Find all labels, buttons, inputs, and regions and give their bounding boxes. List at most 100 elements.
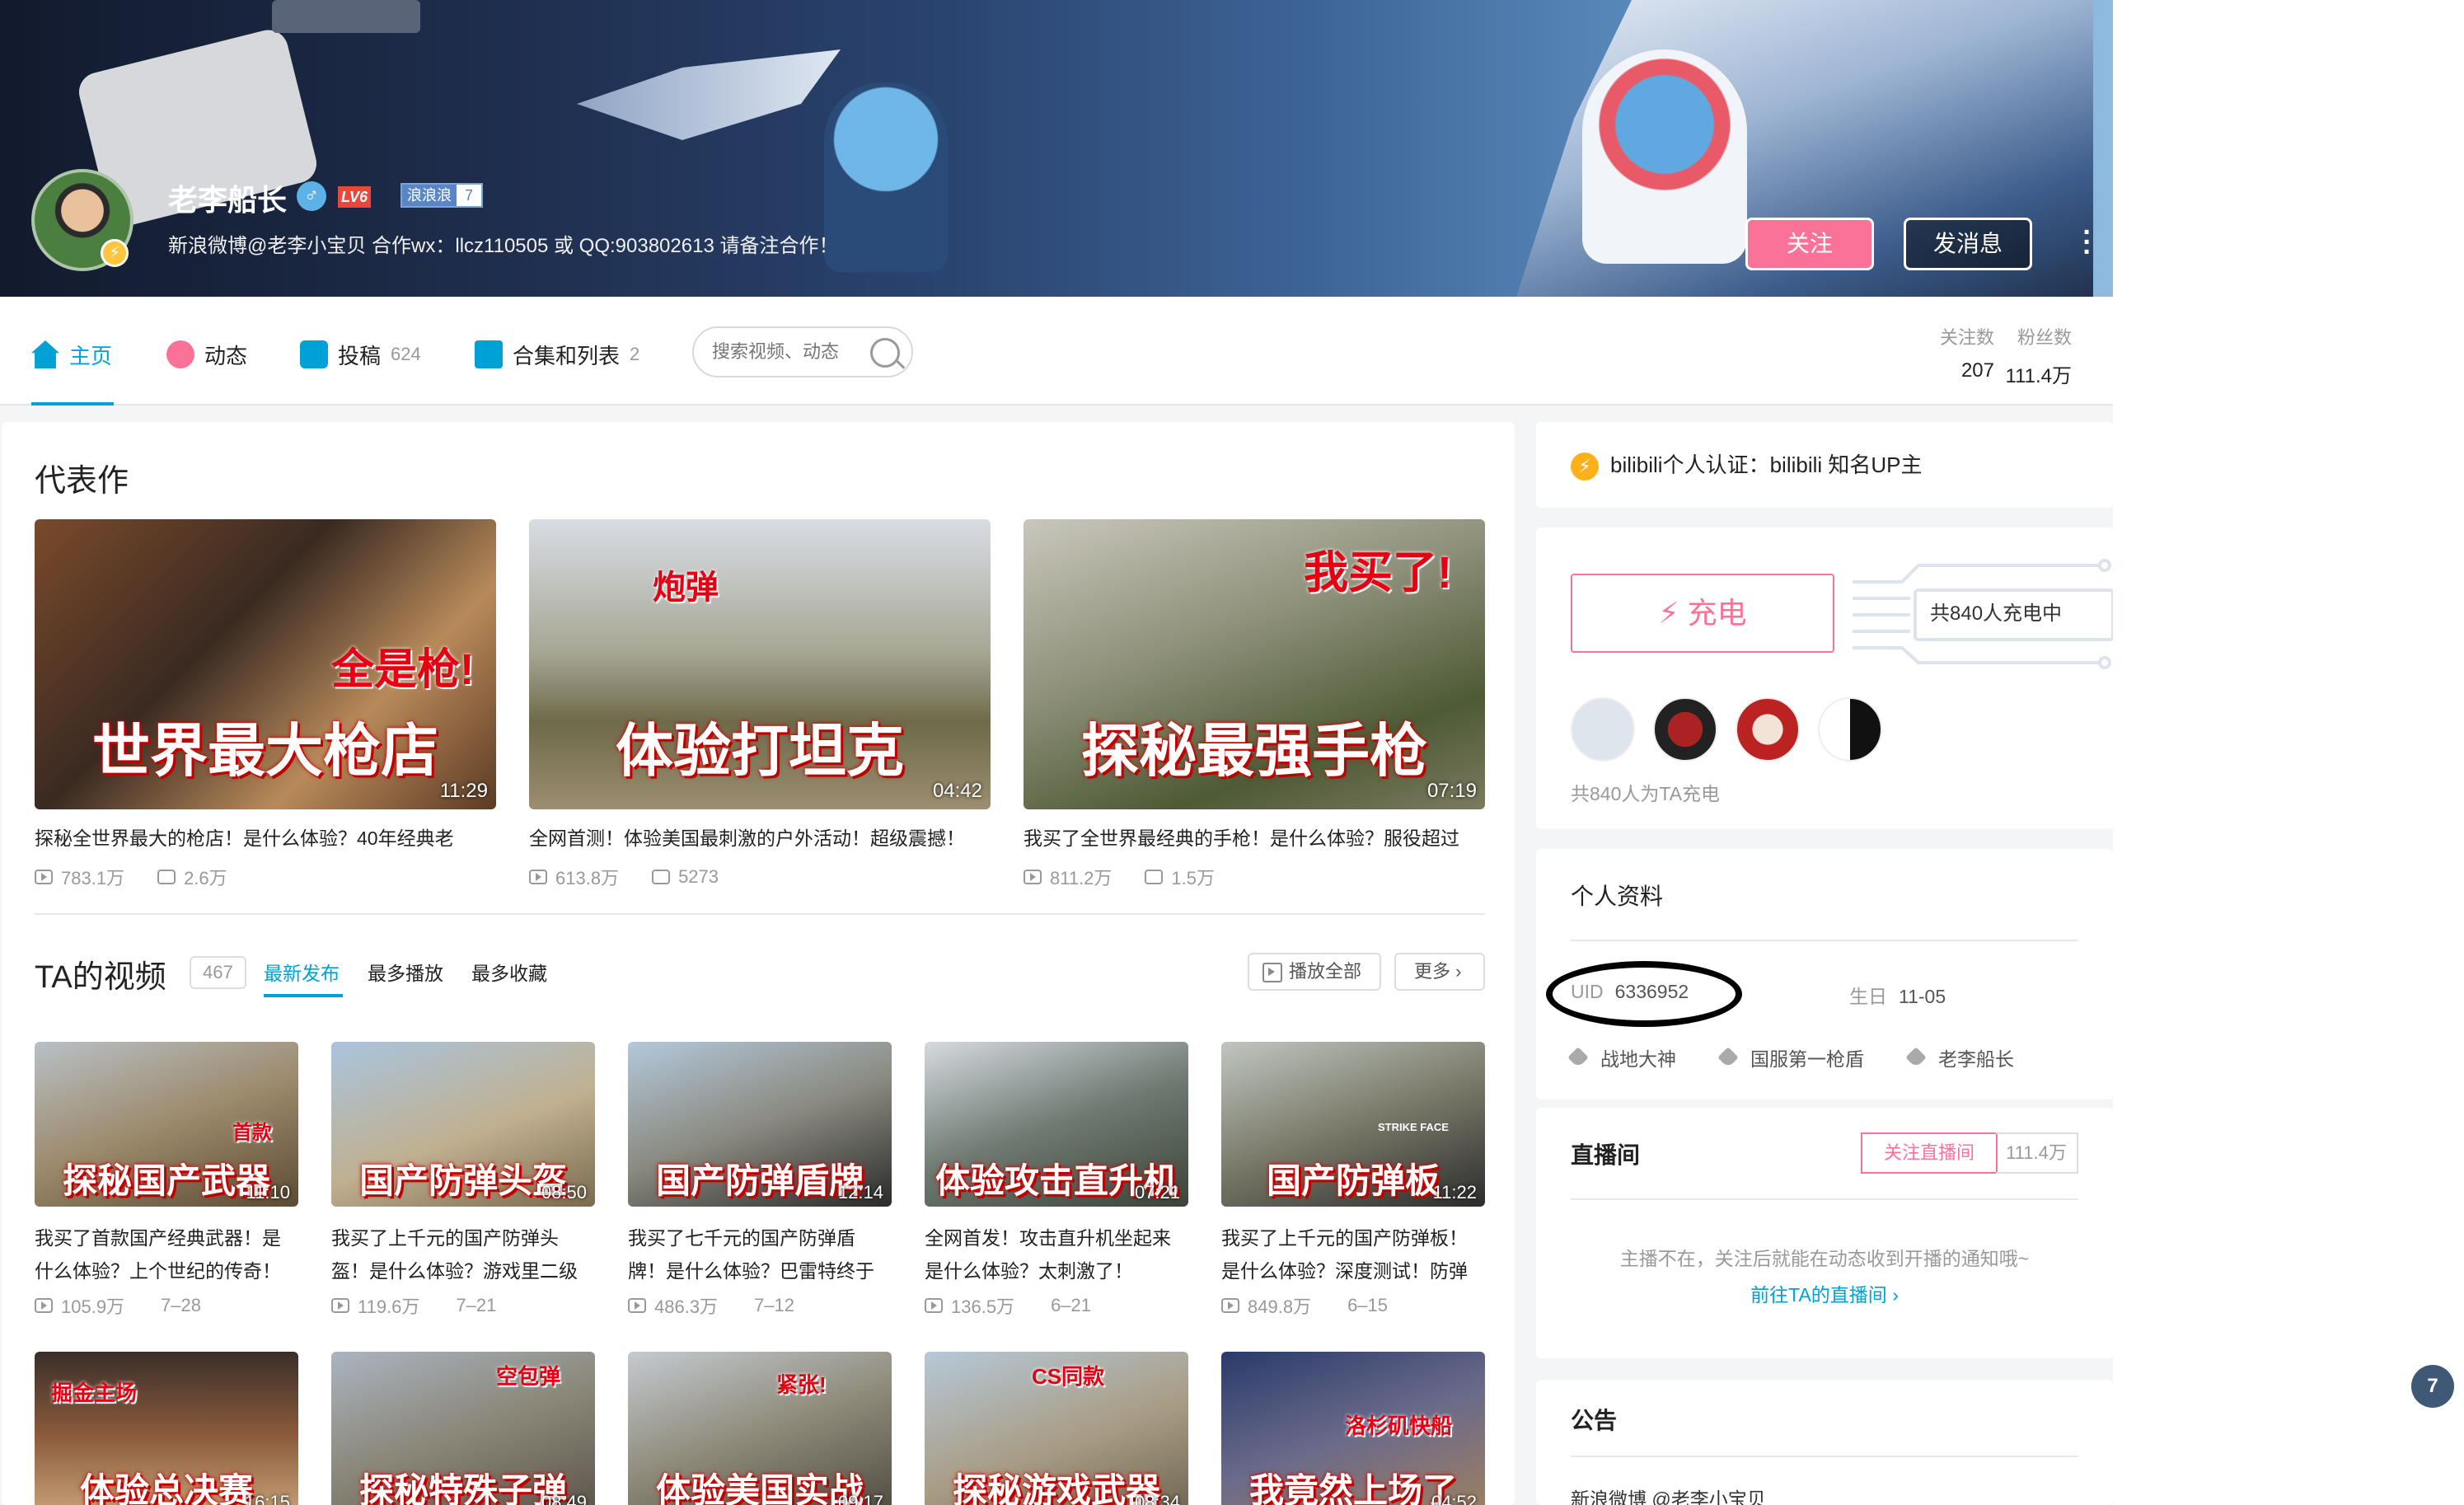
video-thumbnail[interactable]: 我买了! 探秘最强手枪 07:19 bbox=[1024, 519, 1485, 809]
thumbnail-caption: 紧张! bbox=[776, 1372, 827, 1397]
thumbnail-caption: 掘金主场 bbox=[51, 1381, 138, 1405]
play-count-icon bbox=[35, 1298, 53, 1313]
profile-tag[interactable]: 国服第一枪盾 bbox=[1717, 1043, 1864, 1071]
live-offline-note: 主播不在，关注后就能在动态收到开播的通知哦~ bbox=[1619, 1248, 2030, 1269]
supporter-avatar[interactable] bbox=[1818, 697, 1882, 762]
charge-card: ⚡ 充电 共840人充电中 共840人为TA充电 bbox=[1536, 527, 2113, 829]
tab-dynamics-label: 动态 bbox=[204, 343, 248, 368]
tab-collections-count: 2 bbox=[630, 344, 640, 364]
video-title[interactable]: 我买了首款国产经典武器！是什么体验？上个世纪的传奇！ bbox=[35, 1221, 298, 1287]
following-count: 207 bbox=[1960, 359, 1994, 382]
video-title[interactable]: 探秘全世界最大的枪店！是什么体验？40年经典老 bbox=[35, 823, 496, 851]
view-count: 105.9万 bbox=[35, 1292, 124, 1319]
video-title[interactable]: 全网首发！攻击直升机坐起来是什么体验？太刺激了！ bbox=[925, 1221, 1188, 1287]
floating-notification-badge[interactable]: 7 bbox=[2411, 1365, 2454, 1408]
verification-text: bilibili个人认证：bilibili 知名UP主 bbox=[1610, 452, 1923, 477]
search-input[interactable] bbox=[712, 341, 860, 363]
send-message-button[interactable]: 发消息 bbox=[1904, 218, 2032, 270]
video-title[interactable]: 我买了七千元的国产防弹盾牌！是什么体验？巴雷特终于 bbox=[628, 1221, 892, 1287]
thumbnail-caption: 我买了! bbox=[1304, 548, 1452, 598]
video-thumbnail[interactable]: 炮弹 体验打坦克 04:42 bbox=[529, 519, 991, 809]
fans-label: 粉丝数 bbox=[2017, 327, 2072, 348]
play-all-button[interactable]: 播放全部 bbox=[1248, 953, 1381, 991]
sort-latest[interactable]: 最新发布 bbox=[264, 958, 340, 986]
featured-video[interactable]: 全是枪! 世界最大枪店 11:29 探秘全世界最大的枪店！是什么体验？40年经典… bbox=[35, 519, 496, 890]
tab-dynamics[interactable]: 动态 bbox=[166, 338, 247, 371]
charge-button[interactable]: ⚡ 充电 bbox=[1571, 574, 1834, 653]
featured-title: 代表作 bbox=[35, 464, 129, 499]
video-thumbnail[interactable]: 首款 探秘国产武器 11:10 bbox=[35, 1042, 298, 1207]
video-card[interactable]: 国产防弹盾牌 12:14 我买了七千元的国产防弹盾牌！是什么体验？巴雷特终于 4… bbox=[628, 1042, 892, 1319]
verified-badge-icon: ⚡ bbox=[101, 239, 129, 267]
goto-live-room-link[interactable]: 前往TA的直播间 › bbox=[1536, 1279, 2113, 1307]
video-thumbnail[interactable]: 国产防弹头盔 08:50 bbox=[331, 1042, 595, 1207]
video-thumbnail[interactable]: STRIKE FACE 国产防弹板 11:22 bbox=[1221, 1042, 1485, 1207]
follow-button[interactable]: 关注 bbox=[1745, 218, 1874, 270]
tab-home[interactable]: 主页 bbox=[31, 338, 112, 371]
video-thumbnail[interactable]: CS同款 探秘游戏武器 08:34 bbox=[925, 1352, 1188, 1505]
sort-most-played[interactable]: 最多播放 bbox=[368, 958, 443, 986]
video-thumbnail[interactable]: 洛杉矶快船 我竟然上场了 04:52 bbox=[1221, 1352, 1485, 1505]
video-thumbnail[interactable]: 紧张! 体验美国实战 09:17 bbox=[628, 1352, 892, 1505]
tag-icon bbox=[1567, 1047, 1589, 1068]
username: 老李船长 bbox=[168, 183, 288, 217]
supporter-avatar[interactable] bbox=[1653, 697, 1717, 762]
profile-tag[interactable]: 老李船长 bbox=[1905, 1043, 2014, 1071]
follow-live-button[interactable]: 关注直播间 bbox=[1861, 1132, 1998, 1174]
video-title[interactable]: 我买了上千元的国产防弹板！是什么体验？深度测试！防弹 bbox=[1221, 1221, 1485, 1287]
live-divider bbox=[1571, 1198, 2078, 1200]
tab-collections-label: 合集和列表 bbox=[513, 343, 621, 368]
thumbnail-caption: CS同款 bbox=[1032, 1364, 1105, 1389]
video-card[interactable]: 掘金主场 体验总决赛 16:15 bbox=[35, 1352, 298, 1505]
video-title[interactable]: 全网首测！体验美国最刺激的户外活动！超级震撼！ bbox=[529, 823, 991, 851]
video-thumbnail[interactable]: 全是枪! 世界最大枪店 11:29 bbox=[35, 519, 496, 809]
fans-stat[interactable]: 粉丝数 111.4万 bbox=[2003, 323, 2073, 388]
tab-uploads-count: 624 bbox=[391, 344, 421, 364]
video-card[interactable]: 首款 探秘国产武器 11:10 我买了首款国产经典武器！是什么体验？上个世纪的传… bbox=[35, 1042, 298, 1319]
play-count-icon bbox=[925, 1298, 943, 1313]
danmaku-icon bbox=[157, 870, 176, 884]
tab-collections[interactable]: 合集和列表 2 bbox=[475, 338, 639, 371]
video-meta: 613.8万 5273 bbox=[529, 864, 991, 890]
charge-count-text: 共840人充电中 bbox=[1930, 602, 2063, 625]
video-card[interactable]: 空包弹 探秘特殊子弹 08:49 bbox=[331, 1352, 595, 1505]
video-thumbnail[interactable]: 空包弹 探秘特殊子弹 08:49 bbox=[331, 1352, 595, 1505]
video-card[interactable]: 体验攻击直升机 07:21 全网首发！攻击直升机坐起来是什么体验？太刺激了！ 1… bbox=[925, 1042, 1188, 1319]
search-icon[interactable] bbox=[870, 338, 900, 368]
fan-medal-level: 7 bbox=[457, 185, 482, 206]
video-duration: 16:15 bbox=[244, 1492, 290, 1505]
user-signature: 新浪微博@老李小宝贝 合作wx：llcz110505 或 QQ:90380261… bbox=[168, 235, 839, 257]
profile-tag[interactable]: 战地大神 bbox=[1567, 1043, 1676, 1071]
video-card[interactable]: 国产防弹头盔 08:50 我买了上千元的国产防弹头盔！是什么体验？游戏里二级 1… bbox=[331, 1042, 595, 1319]
video-title[interactable]: 我买了全世界最经典的手枪！是什么体验？服役超过 bbox=[1024, 823, 1485, 851]
video-card[interactable]: CS同款 探秘游戏武器 08:34 bbox=[925, 1352, 1188, 1505]
supporter-avatar[interactable] bbox=[1571, 697, 1635, 762]
play-count-icon bbox=[1221, 1298, 1239, 1313]
video-thumbnail[interactable]: 体验攻击直升机 07:21 bbox=[925, 1042, 1188, 1207]
featured-video[interactable]: 我买了! 探秘最强手枪 07:19 我买了全世界最经典的手枪！是什么体验？服役超… bbox=[1024, 519, 1485, 890]
video-title[interactable]: 我买了上千元的国产防弹头盔！是什么体验？游戏里二级 bbox=[331, 1221, 595, 1287]
video-card[interactable]: 紧张! 体验美国实战 09:17 bbox=[628, 1352, 892, 1505]
sort-most-favorited[interactable]: 最多收藏 bbox=[471, 958, 547, 986]
tab-uploads-label: 投稿 bbox=[338, 343, 382, 368]
banner-character-art bbox=[1582, 49, 1747, 264]
more-videos-button[interactable]: 更多 › bbox=[1394, 953, 1485, 991]
video-duration: 11:10 bbox=[246, 1182, 290, 1203]
video-thumbnail[interactable]: 掘金主场 体验总决赛 16:15 bbox=[35, 1352, 298, 1505]
tab-uploads[interactable]: 投稿 624 bbox=[300, 338, 421, 371]
video-thumbnail[interactable]: 国产防弹盾牌 12:14 bbox=[628, 1042, 892, 1207]
video-card[interactable]: STRIKE FACE 国产防弹板 11:22 我买了上千元的国产防弹板！是什么… bbox=[1221, 1042, 1485, 1319]
banner-ship-art bbox=[577, 49, 841, 140]
featured-video[interactable]: 炮弹 体验打坦克 04:42 全网首测！体验美国最刺激的户外活动！超级震撼！ 6… bbox=[529, 519, 991, 890]
notice-title: 公告 bbox=[1571, 1408, 1618, 1433]
supporter-avatar[interactable] bbox=[1736, 697, 1800, 762]
fan-medal[interactable]: 浪浪浪 7 bbox=[401, 183, 484, 208]
verification-card: ⚡ bilibili个人认证：bilibili 知名UP主 bbox=[1536, 422, 2113, 508]
video-card[interactable]: 洛杉矶快船 我竟然上场了 04:52 bbox=[1221, 1352, 1485, 1505]
more-options-icon[interactable]: · · · bbox=[2080, 218, 2095, 266]
following-stat[interactable]: 关注数 207 bbox=[1928, 323, 1994, 382]
profile-nav: 主页 动态 投稿 624 合集和列表 2 关注数 bbox=[0, 297, 2113, 406]
video-duration: 11:29 bbox=[439, 780, 488, 802]
info-divider bbox=[1571, 940, 2078, 941]
search-box[interactable] bbox=[692, 326, 913, 377]
